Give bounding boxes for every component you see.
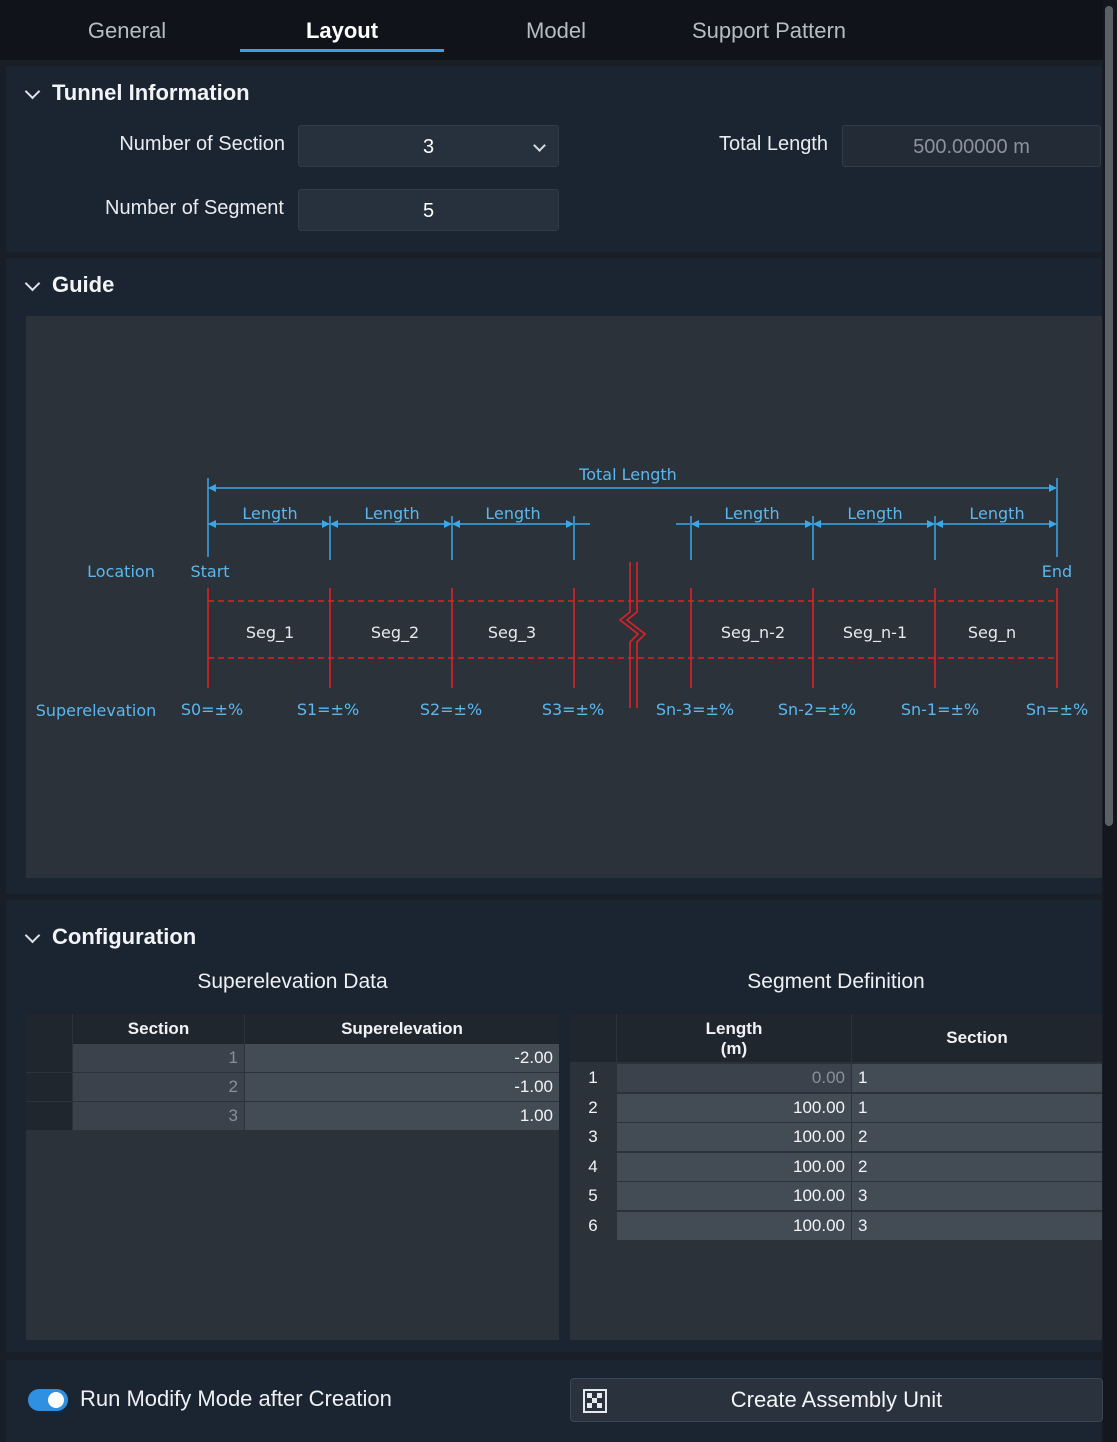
diagram-start-label: Start <box>190 562 229 581</box>
diagram-slope-label: Sn-2=±% <box>778 700 856 719</box>
table-cell-section: 2 <box>73 1073 244 1101</box>
toggle-knob[interactable] <box>48 1392 64 1408</box>
tunnel-information-title[interactable]: Tunnel Information <box>52 80 250 106</box>
diagram-length-label: Length <box>364 504 419 523</box>
tab-model[interactable]: Model <box>456 0 656 60</box>
table-cell-section[interactable]: 1 <box>852 1094 1102 1122</box>
number-of-section-dropdown[interactable]: 3 <box>298 125 559 167</box>
diagram-superelevation-label: Superelevation <box>36 701 157 720</box>
row-header[interactable] <box>26 1102 72 1130</box>
table-cell-superelevation[interactable]: -1.00 <box>245 1073 559 1101</box>
row-index[interactable]: 5 <box>570 1182 616 1210</box>
number-of-segment-label: Number of Segment <box>105 197 284 219</box>
run-modify-mode-label[interactable]: Run Modify Mode after Creation <box>80 1386 392 1412</box>
tab-general[interactable]: General <box>27 0 227 60</box>
diagram-length-label: Length <box>724 504 779 523</box>
guide-diagram: Total Length Length Length Length Length… <box>26 316 1102 878</box>
table-corner <box>570 1014 616 1062</box>
table-cell-length[interactable]: 100.00 <box>617 1094 851 1122</box>
table-corner <box>26 1014 72 1044</box>
diagram-end-label: End <box>1042 562 1072 581</box>
active-tab-indicator <box>240 49 444 52</box>
row-header[interactable] <box>26 1044 72 1072</box>
table-cell-section[interactable]: 1 <box>852 1064 1102 1092</box>
create-assembly-unit-button[interactable]: Create Assembly Unit <box>570 1378 1103 1422</box>
row-index[interactable]: 4 <box>570 1153 616 1181</box>
row-index[interactable]: 2 <box>570 1094 616 1122</box>
table-cell-section[interactable]: 3 <box>852 1182 1102 1210</box>
total-length-field: 500.00000 m <box>842 125 1101 167</box>
table-cell-section: 1 <box>73 1044 244 1072</box>
diagram-slope-label: S2=±% <box>420 700 482 719</box>
diagram-length-label: Length <box>485 504 540 523</box>
diagram-length-label: Length <box>969 504 1024 523</box>
table-cell-length[interactable]: 100.00 <box>617 1182 851 1210</box>
diagram-slope-label: Sn-1=±% <box>901 700 979 719</box>
column-header-section[interactable]: Section <box>73 1014 244 1044</box>
diagram-slope-label: S0=±% <box>181 700 243 719</box>
scrollbar-thumb[interactable] <box>1105 6 1113 826</box>
diagram-segment-label: Seg_1 <box>246 623 294 643</box>
table-cell-section[interactable]: 3 <box>852 1212 1102 1240</box>
guide-diagram-svg: Total Length Length Length Length Length… <box>36 465 1088 720</box>
number-of-section-value: 3 <box>422 136 435 158</box>
diagram-slope-label: S3=±% <box>542 700 604 719</box>
row-index[interactable]: 6 <box>570 1212 616 1240</box>
table-cell-length: 0.00 <box>617 1064 851 1092</box>
tab-support-pattern[interactable]: Support Pattern <box>664 0 874 60</box>
total-length-label: Total Length <box>719 133 828 155</box>
number-of-segment-input[interactable]: 5 <box>298 189 559 231</box>
diagram-segment-label: Seg_3 <box>488 623 536 643</box>
superelevation-data-title: Superelevation Data <box>197 970 388 993</box>
number-of-section-label: Number of Section <box>119 133 285 155</box>
column-header-length-unit: (m) <box>720 1039 748 1058</box>
diagram-slope-label: Sn-3=±% <box>656 700 734 719</box>
diagram-length-label: Length <box>847 504 902 523</box>
diagram-length-label: Length <box>242 504 297 523</box>
diagram-segment-label: Seg_2 <box>371 623 419 643</box>
diagram-slope-label: Sn=±% <box>1026 700 1088 719</box>
row-index[interactable]: 3 <box>570 1123 616 1151</box>
table-cell-length[interactable]: 100.00 <box>617 1212 851 1240</box>
column-header-section[interactable]: Section <box>852 1014 1102 1062</box>
row-header[interactable] <box>26 1073 72 1101</box>
diagram-location-label: Location <box>87 562 155 581</box>
column-header-length-text: Length <box>705 1019 763 1038</box>
table-cell-section[interactable]: 2 <box>852 1123 1102 1151</box>
diagram-segment-label: Seg_n-1 <box>843 623 907 643</box>
segment-definition-title: Segment Definition <box>747 970 925 993</box>
table-cell-length[interactable]: 100.00 <box>617 1153 851 1181</box>
diagram-segment-label: Seg_n-2 <box>721 623 785 643</box>
table-cell-section: 3 <box>73 1102 244 1130</box>
row-index[interactable]: 1 <box>570 1064 616 1092</box>
table-cell-section[interactable]: 2 <box>852 1153 1102 1181</box>
diagram-total-length-label: Total Length <box>578 465 677 484</box>
create-assembly-unit-label: Create Assembly Unit <box>730 1387 943 1412</box>
table-cell-length[interactable]: 100.00 <box>617 1123 851 1151</box>
column-header-superelevation[interactable]: Superelevation <box>245 1014 559 1044</box>
diagram-slope-label: S1=±% <box>297 700 359 719</box>
table-cell-superelevation[interactable]: -2.00 <box>245 1044 559 1072</box>
diagram-segment-label: Seg_n <box>968 623 1016 643</box>
table-cell-superelevation[interactable]: 1.00 <box>245 1102 559 1130</box>
guide-title[interactable]: Guide <box>52 272 114 298</box>
configuration-title[interactable]: Configuration <box>52 924 196 950</box>
column-header-length[interactable]: Length (m) <box>617 1014 851 1062</box>
